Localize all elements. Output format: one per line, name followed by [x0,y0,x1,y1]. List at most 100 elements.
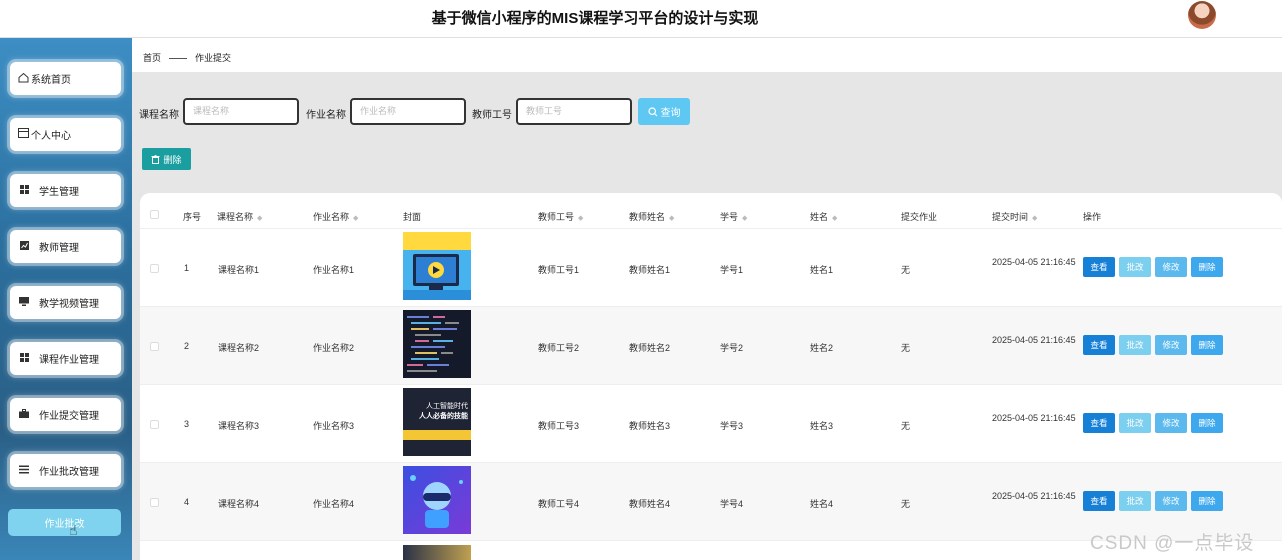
cell-name: 姓名3 [810,421,834,431]
cell-submitted: 无 [901,265,911,275]
edit-button[interactable]: 修改 [1155,335,1187,355]
cell-course: 课程名称2 [218,343,260,353]
delete-button-label: 删除 [163,154,182,165]
sort-icon: ◆ [257,215,263,222]
column-header: 操作 [1083,212,1102,222]
cell-time: 2025-04-05 21:16:45 [992,335,1076,345]
cell-homework: 作业名称2 [313,343,355,353]
sidebar-item-label: 作业批改管理 [39,467,99,478]
cover-image[interactable] [403,232,471,300]
cell-no: 4 [184,497,190,507]
view-button[interactable]: 查看 [1083,491,1115,511]
sidebar-subitem-grading[interactable]: 作业批改 [8,509,121,536]
delete-button[interactable]: 删除 [1191,257,1223,277]
sidebar-item-videos[interactable]: 教学视频管理 [10,286,121,319]
homework-name-input[interactable]: 作业名称 [350,98,466,125]
cell-homework: 作业名称3 [313,421,355,431]
sidebar-item-course-homework[interactable]: 课程作业管理 [10,342,121,375]
sidebar: 系统首页 个人中心 学生管理 教师管理 教学视频管理 课程作业管理 作业提交管理… [0,38,132,560]
view-button[interactable]: 查看 [1083,413,1115,433]
teacher-id-input[interactable]: 教师工号 [516,98,632,125]
grade-button[interactable]: 批改 [1119,335,1151,355]
column-header[interactable]: 教师姓名 ◆ [629,210,674,223]
column-header[interactable]: 作业名称 ◆ [313,210,358,223]
sidebar-item-label: 作业提交管理 [39,411,99,422]
sidebar-item-teachers[interactable]: 教师管理 [10,230,121,263]
cell-course: 课程名称4 [218,499,260,509]
view-button[interactable]: 查看 [1083,335,1115,355]
sidebar-item-label: 教师管理 [39,243,79,254]
breadcrumb-separator [169,58,188,60]
cell-homework: 作业名称4 [313,499,355,509]
data-table: 序号 课程名称 ◆ 作业名称 ◆ 封面 教师工号 ◆ 教师姓名 ◆ 学号 ◆ 姓名 ◆ 提交… [140,193,1282,560]
column-header[interactable]: 提交时间 ◆ [992,210,1037,223]
sidebar-item-label: 学生管理 [39,187,79,198]
cell-submitted: 无 [901,421,911,431]
edit-button[interactable]: 修改 [1155,413,1187,433]
top-header: 基于微信小程序的MIS课程学习平台的设计与实现 [0,0,1282,38]
column-header[interactable]: 课程名称 ◆ [217,210,262,223]
column-header[interactable]: 学号 ◆ [720,210,747,223]
cell-teacher-id: 教师工号1 [538,265,580,275]
cover-stripe [403,430,471,440]
column-header: 序号 [183,212,202,222]
list-icon [18,465,30,477]
sidebar-item-label: 课程作业管理 [39,355,99,366]
cell-name: 姓名4 [810,499,834,509]
cell-no: 3 [184,419,190,429]
column-header[interactable]: 教师工号 ◆ [538,210,583,223]
cell-student-id: 学号4 [720,499,744,509]
sidebar-item-home[interactable]: 系统首页 [10,62,121,95]
sidebar-item-students[interactable]: 学生管理 [10,174,121,207]
view-button[interactable]: 查看 [1083,257,1115,277]
trash-icon [151,154,160,164]
hand-cursor-icon: ☝ [69,522,78,538]
sidebar-item-submissions[interactable]: 作业提交管理 [10,398,121,431]
row-actions: 查看 批改 修改 删除 [1083,491,1223,511]
app-title: 基于微信小程序的MIS课程学习平台的设计与实现 [431,10,759,27]
user-avatar[interactable] [1188,1,1216,29]
cell-name: 姓名1 [810,265,834,275]
sidebar-item-profile[interactable]: 个人中心 [10,118,121,151]
query-button[interactable]: 查询 [638,98,690,125]
cell-name: 姓名2 [810,343,834,353]
sort-icon: ◆ [1032,215,1038,222]
grade-button[interactable]: 批改 [1119,491,1151,511]
sidebar-item-label: 教学视频管理 [39,299,99,310]
row-actions: 查看 批改 修改 删除 [1083,257,1223,277]
row-checkbox[interactable] [150,264,159,273]
cover-image-partial [403,545,471,560]
cell-course: 课程名称3 [218,421,260,431]
row-checkbox[interactable] [150,420,159,429]
row-actions: 查看 批改 修改 删除 [1083,413,1223,433]
edit-button[interactable]: 修改 [1155,257,1187,277]
delete-button[interactable]: 删除 [1191,413,1223,433]
breadcrumb-home[interactable]: 首页 [143,53,161,63]
sidebar-item-grading[interactable]: 作业批改管理 [10,454,121,487]
cell-teacher-name: 教师姓名2 [629,343,671,353]
column-header[interactable]: 姓名 ◆ [810,210,837,223]
batch-delete-button[interactable]: 删除 [142,148,191,170]
row-checkbox[interactable] [150,342,159,351]
select-all-checkbox[interactable] [150,210,159,219]
course-name-input[interactable]: 课程名称 [183,98,299,125]
sort-icon: ◆ [669,215,675,222]
cover-image[interactable] [403,310,471,378]
edit-button[interactable]: 修改 [1155,491,1187,511]
row-actions: 查看 批改 修改 删除 [1083,335,1223,355]
cell-time: 2025-04-05 21:16:45 [992,491,1076,501]
column-header: 提交作业 [901,212,938,222]
row-checkbox[interactable] [150,498,159,507]
delete-button[interactable]: 删除 [1191,335,1223,355]
delete-button[interactable]: 删除 [1191,491,1223,511]
cell-teacher-name: 教师姓名1 [629,265,671,275]
cell-submitted: 无 [901,343,911,353]
cell-student-id: 学号3 [720,421,744,431]
cover-image[interactable]: 人工智能时代 人人必备的技能 [403,388,471,456]
sort-icon: ◆ [578,215,584,222]
sort-icon: ◆ [742,215,748,222]
grade-button[interactable]: 批改 [1119,257,1151,277]
cover-image[interactable] [403,466,471,534]
grade-button[interactable]: 批改 [1119,413,1151,433]
cell-no: 1 [184,263,190,273]
